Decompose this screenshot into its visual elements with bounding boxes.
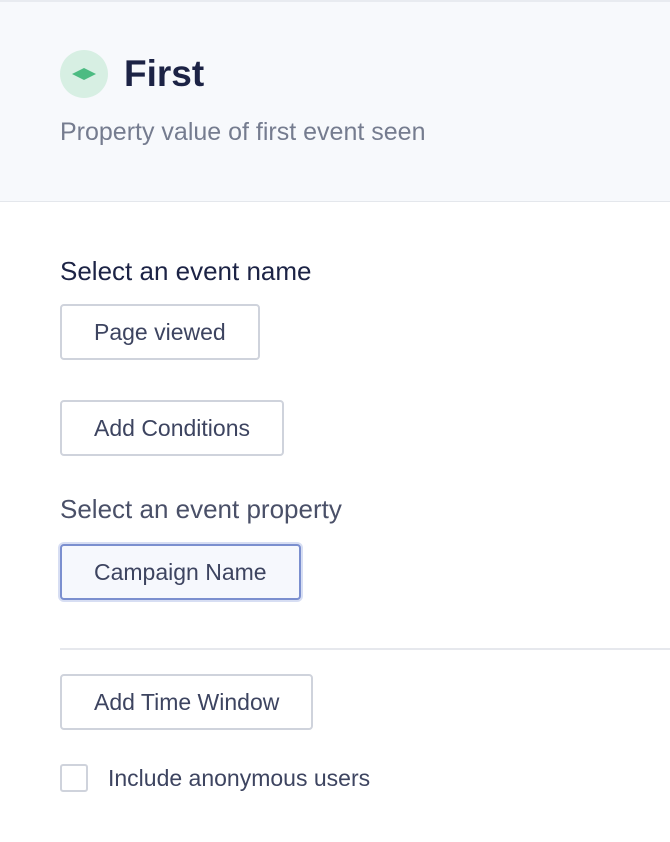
header-panel: First Property value of first event seen	[0, 0, 670, 202]
first-value-icon	[60, 50, 108, 98]
section-divider	[60, 648, 670, 650]
event-name-selector[interactable]: Page viewed	[60, 304, 260, 360]
add-conditions-button[interactable]: Add Conditions	[60, 400, 284, 456]
title-row: First	[60, 50, 204, 98]
event-property-selector[interactable]: Campaign Name	[60, 544, 301, 600]
event-name-label: Select an event name	[60, 256, 312, 286]
include-anonymous-users-checkbox[interactable]	[60, 764, 88, 792]
include-anonymous-users-label: Include anonymous users	[108, 765, 371, 791]
page-subtitle: Property value of first event seen	[60, 118, 426, 146]
event-property-label: Select an event property	[60, 494, 342, 524]
page-title: First	[124, 53, 205, 94]
include-anonymous-users-option[interactable]: Include anonymous users	[60, 762, 370, 794]
add-time-window-button[interactable]: Add Time Window	[60, 674, 314, 730]
